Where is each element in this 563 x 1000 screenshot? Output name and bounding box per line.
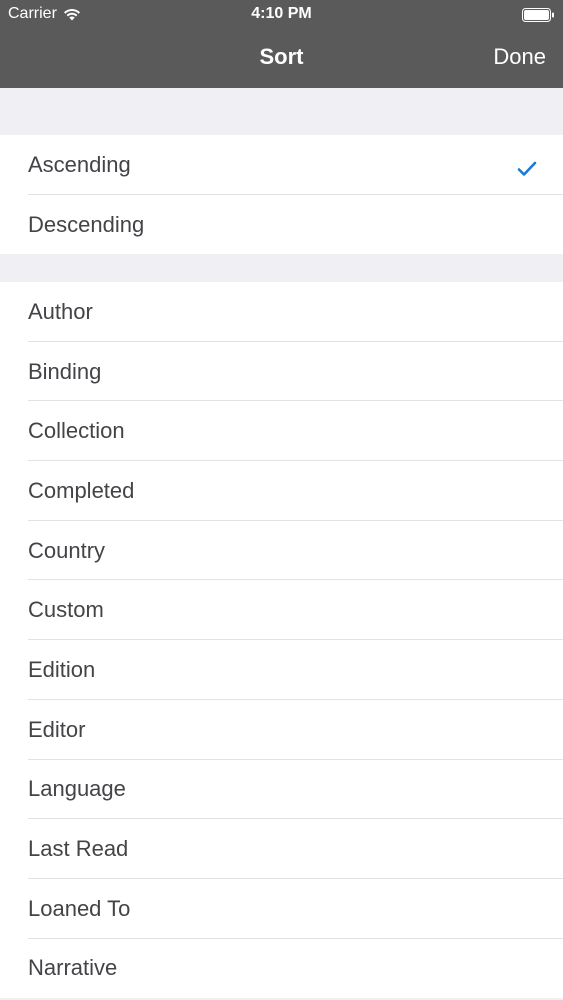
sort-order-group: Ascending Descending [0, 135, 563, 255]
sort-field-loaned-to[interactable]: Loaned To [0, 879, 563, 939]
sort-order-descending[interactable]: Descending [0, 195, 563, 255]
sort-field-label: Loaned To [28, 895, 131, 921]
sort-field-label: Custom [28, 597, 104, 623]
sort-field-completed[interactable]: Completed [0, 461, 563, 521]
battery-icon [522, 8, 555, 22]
status-time: 4:10 PM [251, 5, 312, 22]
sort-field-custom[interactable]: Custom [0, 580, 563, 640]
sort-field-narrative[interactable]: Narrative [0, 939, 563, 999]
sort-field-collection[interactable]: Collection [0, 401, 563, 461]
sort-order-label: Descending [28, 211, 145, 237]
sort-field-label: Collection [28, 418, 125, 444]
sort-field-editor[interactable]: Editor [0, 700, 563, 760]
sort-field-label: Last Read [28, 836, 129, 862]
checkmark-icon [517, 157, 537, 176]
sort-field-label: Country [28, 537, 106, 563]
sort-field-label: Edition [28, 656, 96, 682]
sort-field-country[interactable]: Country [0, 521, 563, 581]
nav-bar: Sort Done [0, 30, 563, 88]
sort-order-ascending[interactable]: Ascending [0, 135, 563, 195]
sort-screen: Carrier 4:10 PM Sort Done Ascending Desc… [0, 0, 563, 1000]
sort-field-edition[interactable]: Edition [0, 640, 563, 700]
page-title: Sort [259, 44, 304, 69]
navigation-header: Carrier 4:10 PM Sort Done [0, 0, 563, 88]
sort-field-author[interactable]: Author [0, 282, 563, 342]
sort-field-label: Completed [28, 477, 135, 503]
sort-field-label: Editor [28, 716, 86, 742]
sort-field-binding[interactable]: Binding [0, 342, 563, 402]
done-button[interactable]: Done [493, 44, 546, 70]
sort-field-language[interactable]: Language [0, 760, 563, 820]
sort-field-last-read[interactable]: Last Read [0, 819, 563, 879]
sort-field-label: Language [28, 776, 126, 802]
sort-field-group: Author Binding Collection Completed Coun… [0, 282, 563, 999]
sort-order-label: Ascending [28, 151, 131, 177]
sort-field-label: Binding [28, 358, 102, 384]
sort-field-label: Author [28, 298, 93, 324]
sort-field-label: Narrative [28, 955, 118, 981]
status-bar: Carrier 4:10 PM [0, 0, 563, 30]
